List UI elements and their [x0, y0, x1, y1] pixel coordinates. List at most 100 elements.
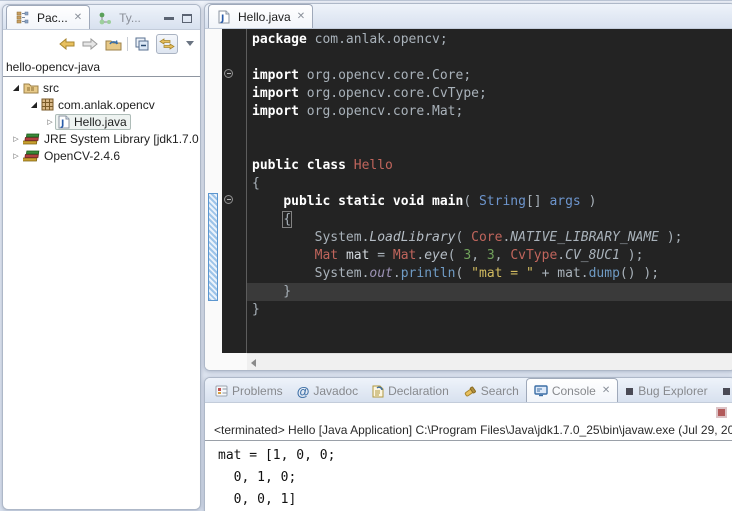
tree-item-label: src [43, 81, 59, 95]
library-icon [23, 133, 40, 145]
search-flashlight-icon [463, 385, 477, 398]
code-line[interactable]: import org.opencv.core.CvType; [252, 85, 732, 103]
tab-label: Hello.java [238, 10, 291, 24]
tab-search[interactable]: Search [456, 380, 526, 402]
close-icon[interactable]: ✕ [72, 12, 82, 23]
source-folder-icon [23, 81, 39, 94]
console-icon [534, 385, 548, 397]
close-icon[interactable]: ✕ [600, 385, 610, 396]
up-refresh-icon[interactable] [104, 35, 122, 53]
fold-collapse-icon[interactable] [224, 195, 233, 204]
console-output[interactable]: mat = [1, 0, 0; 0, 1, 0; 0, 0, 1] [205, 441, 732, 511]
editor-hscrollbar-row [205, 353, 732, 371]
java-file-icon: J [58, 115, 70, 129]
package-explorer-tree: ◢ src ◢ com.anlak.opencv ▷ J Hello.java … [3, 77, 200, 164]
console-panel: Problems @ Javadoc Declaration Search Co… [204, 377, 732, 511]
problems-icon [215, 385, 228, 397]
code-line[interactable]: } [252, 301, 732, 319]
view-menu-chevron-icon[interactable] [186, 41, 194, 46]
tab-label: Console [552, 384, 596, 398]
tab-bug-explorer[interactable]: Bug Explorer [618, 380, 714, 402]
tab-package-explorer[interactable]: Pac... ✕ [6, 5, 90, 29]
code-line[interactable]: { [252, 175, 732, 193]
tab-hello-java[interactable]: J Hello.java ✕ [208, 4, 313, 28]
type-hierarchy-icon [99, 12, 111, 25]
tab-label: Javadoc [313, 384, 358, 398]
horizontal-scrollbar[interactable] [247, 353, 732, 371]
expanded-icon[interactable]: ◢ [11, 83, 21, 92]
tree-item-label: com.anlak.opencv [58, 98, 155, 112]
code-line[interactable] [252, 121, 732, 139]
tree-item-hello-java[interactable]: ▷ J Hello.java [3, 113, 200, 130]
minimize-icon[interactable] [164, 17, 174, 21]
link-with-editor-icon[interactable] [156, 34, 178, 54]
tree-item-label: JRE System Library [jdk1.7.0 [44, 132, 199, 146]
fold-collapse-icon[interactable] [224, 69, 233, 78]
tree-item-jre-library[interactable]: ▷ JRE System Library [jdk1.7.0 [3, 130, 200, 147]
declaration-icon [372, 385, 384, 398]
code-text-area[interactable]: package com.anlak.opencv; import org.open… [246, 29, 732, 353]
code-line[interactable]: import org.opencv.core.Mat; [252, 103, 732, 121]
code-line[interactable]: Mat mat = Mat.eye( 3, 3, CvType.CV_8UC1 … [252, 247, 732, 265]
tab-label: Ty... [119, 11, 141, 25]
tab-label: Search [481, 384, 519, 398]
package-explorer-panel: Pac... ✕ Ty... hel [2, 4, 201, 510]
scroll-left-arrow-icon[interactable] [251, 359, 256, 367]
tree-item-src[interactable]: ◢ src [3, 79, 200, 96]
back-icon[interactable] [58, 35, 76, 53]
range-indicator [208, 193, 218, 301]
package-icon [41, 98, 54, 111]
terminate-icon[interactable] [716, 407, 727, 418]
code-line[interactable] [252, 139, 732, 157]
forward-icon[interactable] [81, 35, 99, 53]
bug-explorer-icon [625, 387, 634, 396]
bottom-tab-row: Problems @ Javadoc Declaration Search Co… [205, 378, 732, 403]
code-line[interactable] [252, 49, 732, 67]
code-line[interactable]: public static void main( String[] args ) [252, 193, 732, 211]
close-icon[interactable]: ✕ [295, 11, 305, 22]
package-explorer-toolbar [3, 30, 200, 57]
tab-declaration[interactable]: Declaration [365, 380, 456, 402]
console-output-line: 0, 0, 1] [218, 489, 732, 511]
left-tab-row: Pac... ✕ Ty... [3, 5, 200, 30]
collapse-all-icon[interactable] [133, 35, 151, 53]
tab-label: Problems [232, 384, 283, 398]
editor-panel: J Hello.java ✕ package com.anlak.opencv;… [204, 3, 732, 371]
code-line[interactable]: } [247, 283, 732, 301]
tree-item-label: OpenCV-2.4.6 [44, 149, 120, 163]
tab-javadoc[interactable]: @ Javadoc [290, 380, 365, 402]
tree-item-opencv-library[interactable]: ▷ OpenCV-2.4.6 [3, 147, 200, 164]
maximize-icon[interactable] [182, 14, 192, 23]
tab-problems[interactable]: Problems [208, 380, 290, 402]
project-root-label[interactable]: hello-opencv-java [3, 57, 200, 76]
tree-item-package[interactable]: ◢ com.anlak.opencv [3, 96, 200, 113]
console-output-line: mat = [1, 0, 0; [218, 445, 732, 467]
collapsed-icon[interactable]: ▷ [11, 135, 21, 143]
tab-label: Bug Explorer [638, 384, 707, 398]
console-status-line: <terminated> Hello [Java Application] C:… [205, 422, 732, 441]
tab-bug[interactable]: Bug [715, 380, 732, 402]
toolbar-separator [127, 37, 128, 51]
console-output-line: 0, 1, 0; [218, 467, 732, 489]
code-line[interactable]: System.LoadLibrary( Core.NATIVE_LIBRARY_… [252, 229, 732, 247]
view-window-buttons [164, 14, 200, 29]
svg-text:J: J [220, 14, 224, 24]
annotation-ruler[interactable] [205, 29, 222, 353]
expanded-icon[interactable]: ◢ [29, 100, 39, 109]
tree-item-label: Hello.java [74, 115, 127, 129]
console-view: <terminated> Hello [Java Application] C:… [205, 403, 732, 511]
code-line[interactable]: import org.opencv.core.Core; [252, 67, 732, 85]
code-line[interactable]: package com.anlak.opencv; [252, 31, 732, 49]
collapsed-icon[interactable]: ▷ [45, 118, 55, 126]
folding-ruler[interactable] [222, 29, 246, 353]
bug-icon [722, 387, 731, 396]
tab-console[interactable]: Console ✕ [526, 378, 618, 402]
javadoc-icon: @ [297, 384, 310, 399]
code-line[interactable]: public class Hello [252, 157, 732, 175]
selected-item-highlight: J Hello.java [55, 114, 131, 130]
code-line[interactable]: { [252, 211, 732, 229]
collapsed-icon[interactable]: ▷ [11, 152, 21, 160]
code-editor[interactable]: package com.anlak.opencv; import org.open… [205, 29, 732, 353]
tab-type-hierarchy[interactable]: Ty... [90, 7, 148, 29]
code-line[interactable]: System.out.println( "mat = " + mat.dump(… [252, 265, 732, 283]
